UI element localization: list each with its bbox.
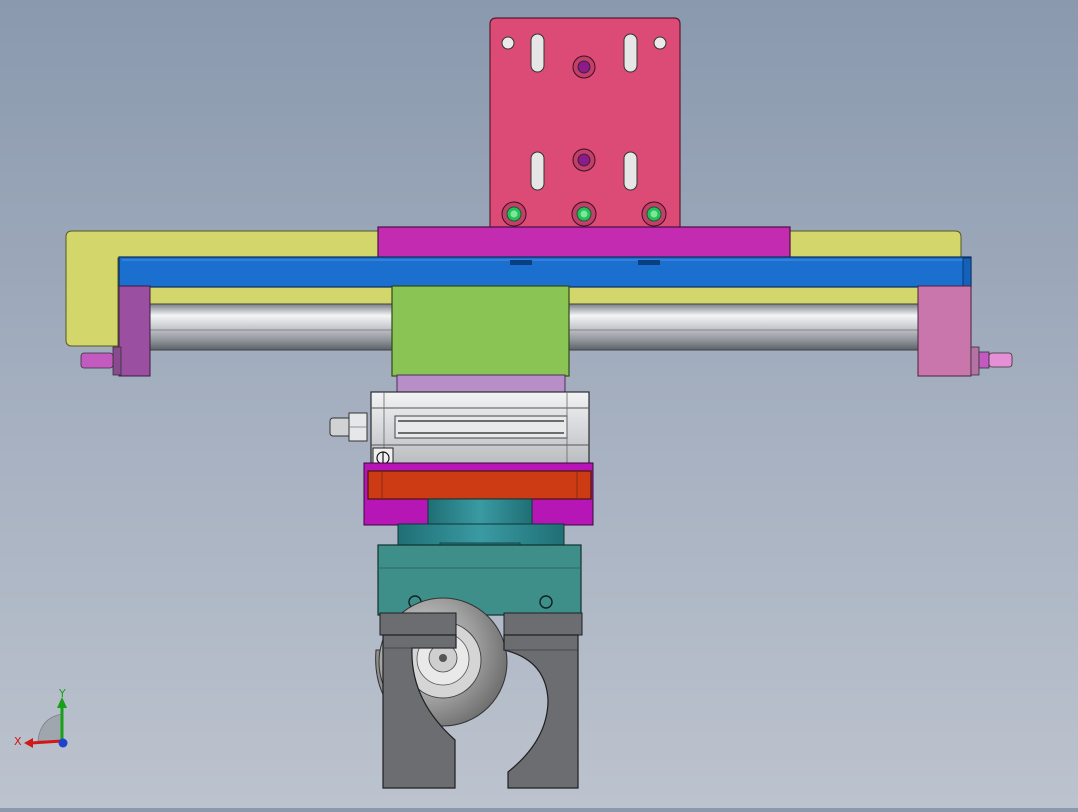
axis-x-label: X bbox=[14, 735, 22, 748]
mount-bar[interactable] bbox=[377, 226, 791, 262]
end-block-right[interactable] bbox=[917, 285, 972, 377]
plate-slot-icon bbox=[530, 151, 545, 191]
gripper-jaw-right[interactable] bbox=[503, 612, 583, 789]
axis-y-label: Y bbox=[58, 687, 66, 700]
orange-flange[interactable] bbox=[367, 470, 592, 500]
port-green-icon bbox=[571, 201, 597, 227]
gripper-body[interactable] bbox=[377, 544, 582, 616]
plate-hole-icon bbox=[501, 36, 515, 50]
axis-triad-icon[interactable]: Y X bbox=[14, 687, 68, 748]
fitting-right-icon bbox=[970, 346, 1013, 376]
piston-rod-icon bbox=[329, 412, 368, 442]
port-green-icon bbox=[641, 201, 667, 227]
adapter-plate[interactable] bbox=[396, 374, 566, 394]
fitting-left-icon bbox=[80, 346, 122, 376]
plate-slot-icon bbox=[623, 33, 638, 73]
carriage-block[interactable] bbox=[391, 285, 570, 377]
screw-icon bbox=[539, 595, 553, 609]
linear-beam[interactable] bbox=[118, 256, 972, 288]
port-purple-icon bbox=[572, 55, 596, 79]
port-green-icon bbox=[501, 201, 527, 227]
mount-plate[interactable] bbox=[489, 17, 681, 232]
port-purple-icon bbox=[572, 148, 596, 172]
plate-slot-icon bbox=[623, 151, 638, 191]
plate-slot-icon bbox=[530, 33, 545, 73]
cad-viewport[interactable]: Y X bbox=[0, 0, 1078, 808]
end-block-left[interactable] bbox=[118, 285, 151, 377]
plate-hole-icon bbox=[653, 36, 667, 50]
pneumatic-cylinder[interactable] bbox=[370, 391, 590, 471]
